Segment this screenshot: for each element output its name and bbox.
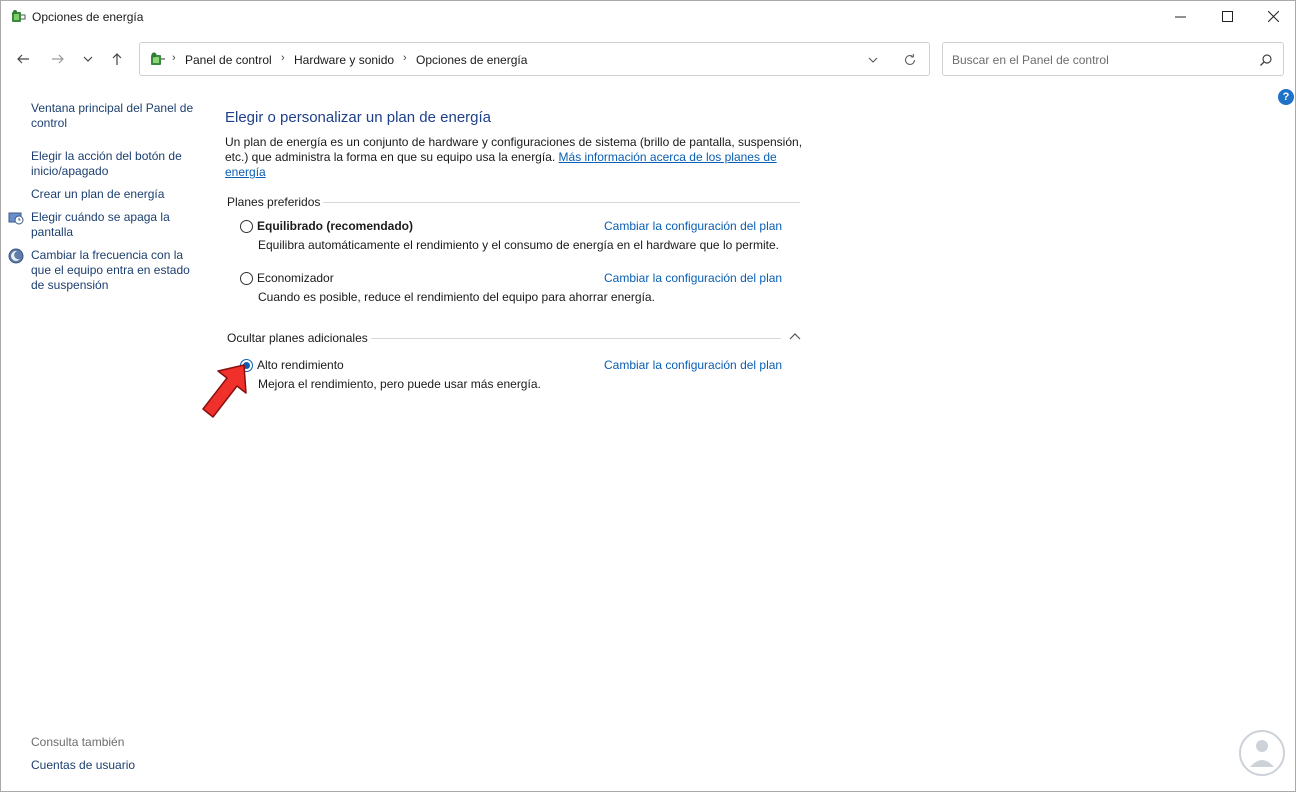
- sidebar-item-power-button-action[interactable]: Elegir la acción del botón de inicio/apa…: [31, 149, 201, 179]
- help-icon[interactable]: ?: [1278, 89, 1294, 105]
- back-button[interactable]: [12, 49, 34, 69]
- display-timer-icon: [8, 212, 24, 225]
- window-title: Opciones de energía: [32, 10, 144, 24]
- see-also-user-accounts[interactable]: Cuentas de usuario: [31, 758, 135, 772]
- up-button[interactable]: [106, 49, 128, 69]
- hide-additional-plans-toggle[interactable]: Ocultar planes adicionales: [227, 331, 368, 345]
- navigation-bar: › Panel de control › Hardware y sonido ›…: [1, 41, 1295, 77]
- search-placeholder: Buscar en el Panel de control: [952, 53, 1109, 67]
- search-icon: [1260, 54, 1272, 66]
- back-arrow-icon: [17, 54, 29, 64]
- plan-description: Mejora el rendimiento, pero puede usar m…: [258, 377, 541, 391]
- sidebar-item-sleep-frequency[interactable]: Cambiar la frecuencia con la que el equi…: [31, 248, 201, 293]
- plan-name: Equilibrado (recomendado): [257, 219, 414, 233]
- control-panel-icon: [151, 52, 165, 65]
- recent-locations-button[interactable]: [77, 49, 99, 69]
- power-options-icon: [12, 10, 26, 22]
- page-title: Elegir o personalizar un plan de energía: [225, 109, 492, 126]
- plan-name: Economizador: [257, 271, 334, 285]
- breadcrumb-control-panel[interactable]: Panel de control: [185, 53, 272, 67]
- maximize-icon: [1221, 10, 1233, 22]
- sleep-moon-icon: [8, 248, 24, 264]
- divider: [371, 338, 781, 339]
- close-icon: [1267, 10, 1279, 22]
- chevron-down-icon[interactable]: [866, 53, 880, 67]
- search-input[interactable]: Buscar en el Panel de control: [942, 42, 1284, 76]
- sidebar-item-create-plan[interactable]: Crear un plan de energía: [31, 187, 201, 202]
- minimize-button[interactable]: [1157, 1, 1203, 31]
- maximize-button[interactable]: [1204, 1, 1250, 31]
- refresh-icon[interactable]: [902, 52, 918, 68]
- watermark-logo-icon: [1239, 730, 1285, 776]
- forward-arrow-icon: [52, 54, 64, 64]
- close-button[interactable]: [1250, 1, 1296, 31]
- breadcrumb-separator: ›: [403, 52, 407, 64]
- sidebar-item-control-panel-home[interactable]: Ventana principal del Panel de control: [31, 101, 201, 131]
- chevron-up-icon[interactable]: [789, 331, 801, 341]
- breadcrumb-power-options[interactable]: Opciones de energía: [416, 53, 527, 67]
- minimize-icon: [1174, 16, 1186, 17]
- change-plan-settings-link[interactable]: Cambiar la configuración del plan: [604, 219, 782, 233]
- plan-name: Alto rendimiento: [257, 358, 344, 372]
- change-plan-settings-link[interactable]: Cambiar la configuración del plan: [604, 358, 782, 372]
- breadcrumb-separator: ›: [172, 52, 176, 64]
- see-also-heading: Consulta también: [31, 735, 125, 749]
- left-task-pane: Ventana principal del Panel de control E…: [1, 81, 211, 781]
- plan-power-saver-radio[interactable]: [240, 272, 253, 285]
- power-options-window: Opciones de energía › Panel de control ›…: [0, 0, 1296, 792]
- address-bar[interactable]: › Panel de control › Hardware y sonido ›…: [139, 42, 930, 76]
- preferred-plans-heading: Planes preferidos: [227, 195, 321, 209]
- divider: [323, 202, 800, 203]
- intro-text: Un plan de energía es un conjunto de har…: [225, 135, 805, 180]
- up-arrow-icon: [112, 53, 122, 65]
- title-bar: Opciones de energía: [1, 1, 1295, 33]
- breadcrumb-separator: ›: [281, 52, 285, 64]
- change-plan-settings-link[interactable]: Cambiar la configuración del plan: [604, 271, 782, 285]
- plan-description: Cuando es posible, reduce el rendimiento…: [258, 290, 655, 304]
- sidebar-item-display-off[interactable]: Elegir cuándo se apaga la pantalla: [31, 210, 201, 240]
- plan-description: Equilibra automáticamente el rendimiento…: [258, 238, 779, 252]
- chevron-down-icon: [83, 56, 93, 62]
- red-pointer-arrow-icon: [202, 364, 247, 418]
- forward-button[interactable]: [47, 49, 69, 69]
- plan-balanced-radio[interactable]: [240, 220, 253, 233]
- breadcrumb-hardware-sound[interactable]: Hardware y sonido: [294, 53, 394, 67]
